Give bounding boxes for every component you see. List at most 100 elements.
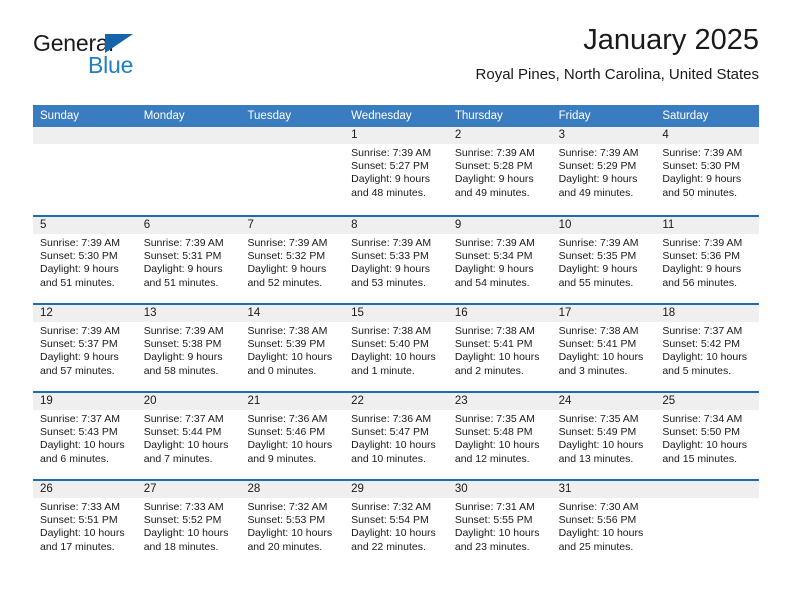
day-sun-info: Sunrise: 7:37 AM Sunset: 5:44 PM Daylight:… — [137, 410, 241, 466]
sunset-time: Sunset: 5:35 PM — [558, 250, 637, 263]
sunset-time: Sunset: 5:31 PM — [143, 250, 222, 263]
daylight-duration-line1: Daylight: 10 hours — [351, 351, 436, 364]
day-cell[interactable]: 28 Sunrise: 7:32 AM Sunset: 5:53 PM Dayligh… — [240, 481, 345, 567]
calendar-grid: Sunday Monday Tuesday Wednesday Thursday Frid… — [33, 105, 760, 567]
day-sun-info: Sunrise: 7:39 AM Sunset: 5:30 PM Daylight:… — [655, 144, 759, 200]
daylight-duration-line1: Daylight: 10 hours — [143, 527, 229, 540]
day-cell[interactable]: 30 Sunrise: 7:31 AM Sunset: 5:55 PM Dayligh… — [447, 481, 552, 567]
day-cell[interactable]: 1 Sunrise: 7:39 AM Sunset: 5:27 PM Daylight… — [344, 127, 448, 215]
sunrise-time: Sunrise: 7:39 AM — [351, 237, 432, 249]
day-cell[interactable]: 14 Sunrise: 7:38 AM Sunset: 5:39 PM Dayligh… — [240, 305, 345, 391]
day-cell[interactable]: 11 Sunrise: 7:39 AM Sunset: 5:36 PM Dayligh… — [655, 217, 760, 303]
day-sun-info: Sunrise: 7:36 AM Sunset: 5:46 PM Daylight:… — [240, 410, 344, 466]
day-number: 21 — [240, 393, 345, 410]
calendar-week-row: 5 Sunrise: 7:39 AM Sunset: 5:30 PM Daylight… — [33, 215, 760, 303]
day-cell[interactable]: 4 Sunrise: 7:39 AM Sunset: 5:30 PM Daylight… — [655, 127, 760, 215]
day-cell[interactable]: 3 Sunrise: 7:39 AM Sunset: 5:29 PM Daylight… — [551, 127, 656, 215]
daylight-duration-line1: Daylight: 10 hours — [247, 439, 333, 452]
sunset-time: Sunset: 5:40 PM — [351, 338, 429, 351]
general-blue-logo[interactable]: General Blue — [33, 32, 163, 84]
daylight-duration-line1: Daylight: 9 hours — [558, 173, 638, 186]
daylight-duration-line2: and 48 minutes. — [351, 186, 426, 199]
page-title: January 2025 — [583, 24, 759, 56]
daylight-duration-line2: and 51 minutes. — [40, 276, 115, 289]
day-cell[interactable]: 16 Sunrise: 7:38 AM Sunset: 5:41 PM Dayligh… — [447, 305, 552, 391]
daylight-duration-line2: and 55 minutes. — [558, 276, 634, 289]
day-sun-info: Sunrise: 7:38 AM Sunset: 5:40 PM Daylight:… — [344, 322, 448, 378]
daylight-duration-line1: Daylight: 10 hours — [454, 439, 540, 452]
day-cell[interactable]: 13 Sunrise: 7:39 AM Sunset: 5:38 PM Dayligh… — [136, 305, 241, 391]
sunrise-time: Sunrise: 7:37 AM — [40, 413, 120, 425]
day-number: 6 — [136, 217, 241, 234]
daylight-duration-line2: and 23 minutes. — [454, 540, 530, 553]
sunset-time: Sunset: 5:30 PM — [662, 160, 740, 173]
day-cell[interactable]: 8 Sunrise: 7:39 AM Sunset: 5:33 PM Daylight… — [344, 217, 448, 303]
daylight-duration-line1: Daylight: 10 hours — [662, 351, 747, 364]
day-cell[interactable]: 18 Sunrise: 7:37 AM Sunset: 5:42 PM Dayligh… — [655, 305, 760, 391]
daylight-duration-line2: and 9 minutes. — [247, 452, 317, 465]
weekday-header-sunday: Sunday — [40, 110, 80, 122]
sunrise-time: Sunrise: 7:39 AM — [454, 237, 535, 249]
day-cell[interactable]: 9 Sunrise: 7:39 AM Sunset: 5:34 PM Daylight… — [447, 217, 552, 303]
day-cell[interactable]: 2 Sunrise: 7:39 AM Sunset: 5:28 PM Daylight… — [447, 127, 552, 215]
day-sun-info: Sunrise: 7:39 AM Sunset: 5:27 PM Daylight:… — [344, 144, 448, 200]
day-cell[interactable]: 15 Sunrise: 7:38 AM Sunset: 5:40 PM Dayligh… — [344, 305, 448, 391]
sunrise-time: Sunrise: 7:38 AM — [247, 325, 328, 337]
sunrise-time: Sunrise: 7:37 AM — [662, 325, 743, 337]
daylight-duration-line2: and 10 minutes. — [351, 452, 426, 465]
day-number: 18 — [655, 305, 760, 322]
day-cell[interactable]: 7 Sunrise: 7:39 AM Sunset: 5:32 PM Daylight… — [240, 217, 345, 303]
day-cell[interactable]: 26 Sunrise: 7:33 AM Sunset: 5:51 PM Dayligh… — [33, 481, 137, 567]
day-sun-info: Sunrise: 7:37 AM Sunset: 5:43 PM Daylight:… — [33, 410, 137, 466]
weekday-header-saturday: Saturday — [662, 110, 709, 122]
sunrise-time: Sunrise: 7:39 AM — [558, 237, 639, 249]
day-number: 11 — [655, 217, 760, 234]
day-number: 26 — [33, 481, 137, 498]
day-sun-info: Sunrise: 7:32 AM Sunset: 5:54 PM Daylight:… — [344, 498, 448, 554]
sunset-time: Sunset: 5:47 PM — [351, 426, 429, 439]
day-cell[interactable]: 23 Sunrise: 7:35 AM Sunset: 5:48 PM Dayligh… — [447, 393, 552, 479]
day-cell[interactable]: 27 Sunrise: 7:33 AM Sunset: 5:52 PM Dayligh… — [136, 481, 241, 567]
day-cell[interactable]: 31 Sunrise: 7:30 AM Sunset: 5:56 PM Dayligh… — [551, 481, 656, 567]
day-sun-info: Sunrise: 7:39 AM Sunset: 5:38 PM Daylight:… — [137, 322, 241, 378]
day-cell[interactable]: 6 Sunrise: 7:39 AM Sunset: 5:31 PM Daylight… — [136, 217, 241, 303]
sunset-time: Sunset: 5:36 PM — [662, 250, 740, 263]
daylight-duration-line1: Daylight: 9 hours — [351, 263, 430, 276]
day-cell[interactable]: 17 Sunrise: 7:38 AM Sunset: 5:41 PM Dayligh… — [551, 305, 656, 391]
day-sun-info: Sunrise: 7:35 AM Sunset: 5:48 PM Daylight:… — [448, 410, 552, 466]
day-number — [240, 127, 345, 144]
daylight-duration-line2: and 0 minutes. — [247, 364, 317, 377]
daylight-duration-line1: Daylight: 10 hours — [558, 351, 644, 364]
day-cell[interactable]: 19 Sunrise: 7:37 AM Sunset: 5:43 PM Dayligh… — [33, 393, 137, 479]
day-cell[interactable]: 21 Sunrise: 7:36 AM Sunset: 5:46 PM Dayligh… — [240, 393, 345, 479]
day-cell[interactable]: 22 Sunrise: 7:36 AM Sunset: 5:47 PM Dayligh… — [344, 393, 448, 479]
daylight-duration-line1: Daylight: 10 hours — [40, 527, 125, 540]
day-sun-info: Sunrise: 7:39 AM Sunset: 5:32 PM Daylight:… — [240, 234, 344, 290]
day-number: 30 — [447, 481, 552, 498]
day-sun-info: Sunrise: 7:39 AM Sunset: 5:35 PM Daylight:… — [552, 234, 656, 290]
daylight-duration-line2: and 7 minutes. — [143, 452, 213, 465]
day-cell[interactable]: 20 Sunrise: 7:37 AM Sunset: 5:44 PM Dayligh… — [136, 393, 241, 479]
weekday-header-thursday: Thursday — [454, 110, 503, 122]
day-sun-info: Sunrise: 7:39 AM Sunset: 5:34 PM Daylight:… — [448, 234, 552, 290]
sunset-time: Sunset: 5:41 PM — [454, 338, 533, 351]
day-cell[interactable]: 24 Sunrise: 7:35 AM Sunset: 5:49 PM Dayligh… — [551, 393, 656, 479]
day-cell[interactable]: 12 Sunrise: 7:39 AM Sunset: 5:37 PM Dayligh… — [33, 305, 137, 391]
day-number: 8 — [344, 217, 448, 234]
daylight-duration-line2: and 2 minutes. — [454, 364, 524, 377]
day-sun-info: Sunrise: 7:39 AM Sunset: 5:37 PM Daylight:… — [33, 322, 137, 378]
daylight-duration-line1: Daylight: 10 hours — [454, 351, 540, 364]
day-cell[interactable]: 5 Sunrise: 7:39 AM Sunset: 5:30 PM Daylight… — [33, 217, 137, 303]
daylight-duration-line1: Daylight: 10 hours — [247, 527, 333, 540]
calendar-page: General Blue January 2025 Royal Pines, N… — [0, 0, 792, 612]
day-sun-info: Sunrise: 7:32 AM Sunset: 5:53 PM Daylight:… — [240, 498, 344, 554]
day-cell[interactable]: 29 Sunrise: 7:32 AM Sunset: 5:54 PM Dayligh… — [344, 481, 448, 567]
day-cell[interactable]: 25 Sunrise: 7:34 AM Sunset: 5:50 PM Dayligh… — [655, 393, 760, 479]
daylight-duration-line2: and 22 minutes. — [351, 540, 426, 553]
calendar-week-row: 26 Sunrise: 7:33 AM Sunset: 5:51 PM Dayligh… — [33, 479, 760, 567]
day-number: 29 — [344, 481, 448, 498]
day-number: 14 — [240, 305, 345, 322]
day-cell[interactable]: 10 Sunrise: 7:39 AM Sunset: 5:35 PM Dayligh… — [551, 217, 656, 303]
daylight-duration-line1: Daylight: 9 hours — [662, 263, 742, 276]
sunset-time: Sunset: 5:34 PM — [454, 250, 533, 263]
